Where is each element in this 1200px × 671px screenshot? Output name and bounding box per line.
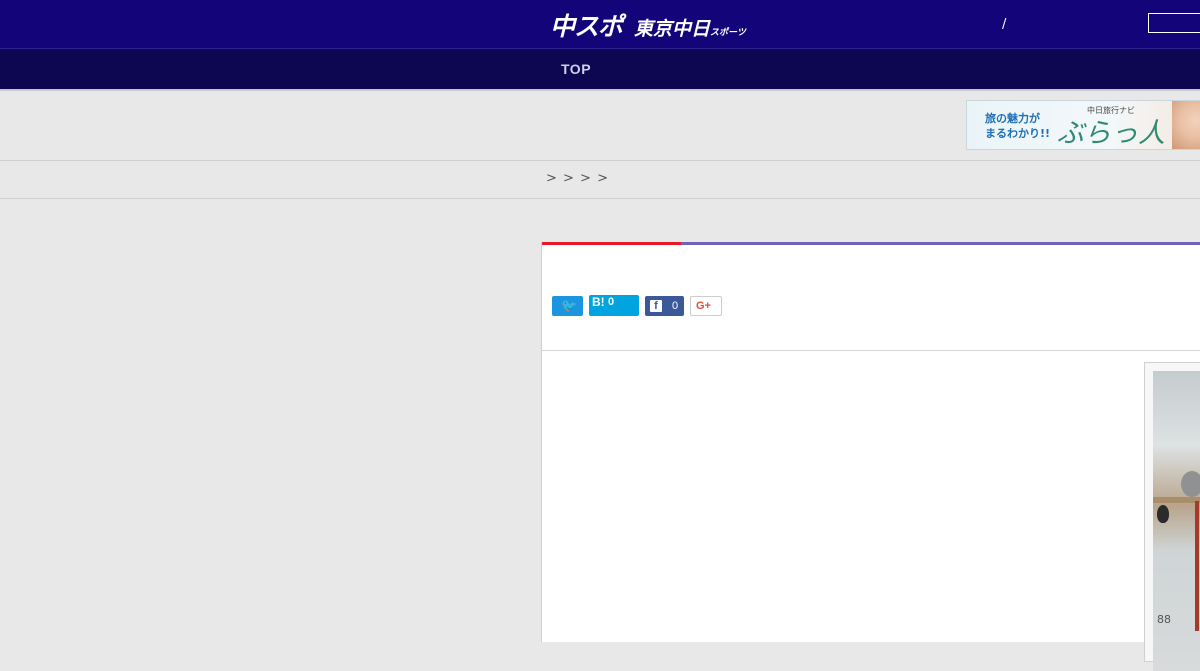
twitter-icon: 🐦 [561,298,578,313]
ad-banner[interactable]: 旅の魅力が まるわかり!! 中日旅行ナビ ぶらっ人 [966,100,1200,150]
hatena-icon: B! [592,295,605,309]
googleplus-icon: G+ [696,300,711,312]
photo-person-head [1181,471,1200,497]
header-separator: / [1002,17,1007,32]
article-divider [542,350,1200,351]
header-search-box[interactable] [1148,13,1200,33]
photo-punching-bag [1157,505,1169,523]
logo-chuspo: 中スポ [550,12,623,41]
hatena-count: 0 [608,296,615,308]
logo-tokyo-chunichi: 東京中日 [634,18,711,40]
breadcrumb-divider-bottom [0,198,1200,199]
ad-text-line1: 旅の魅力が [985,112,1040,125]
article-photo-frame[interactable]: 88 [1144,362,1200,671]
ad-brand: ぶらっ人 [1057,118,1165,149]
site-header: 中スポ 東京中日スポーツ / [0,0,1200,48]
article-panel: 🐦 B! 0 f 0 G+ 88 [541,242,1200,671]
breadcrumb-divider-top [0,160,1200,161]
twitter-share-button[interactable]: 🐦 [552,296,583,316]
facebook-share-button[interactable]: f 0 [645,296,684,316]
photo-visible-text: 88 [1157,613,1171,626]
googleplus-share-button[interactable]: G+ [690,296,722,316]
facebook-icon: f [650,300,662,312]
article-accent-red [542,242,681,245]
logo-sports: スポーツ [710,28,746,38]
article-photo: 88 [1153,371,1200,671]
breadcrumb[interactable]: > > > > [546,171,609,186]
photo-shelf [1153,497,1200,503]
ad-person-image [1172,101,1200,149]
ad-text-line2: まるわかり!! [985,127,1051,140]
main-nav: TOP [0,48,1200,89]
facebook-count: 0 [672,300,679,312]
nav-divider [0,89,1200,91]
ad-text: 旅の魅力が まるわかり!! [985,111,1050,141]
hatena-bookmark-button[interactable]: B! 0 [589,295,639,316]
site-logo[interactable]: 中スポ 東京中日スポーツ [550,7,746,43]
photo-red-post [1195,501,1199,631]
nav-item-top[interactable]: TOP [561,61,591,77]
